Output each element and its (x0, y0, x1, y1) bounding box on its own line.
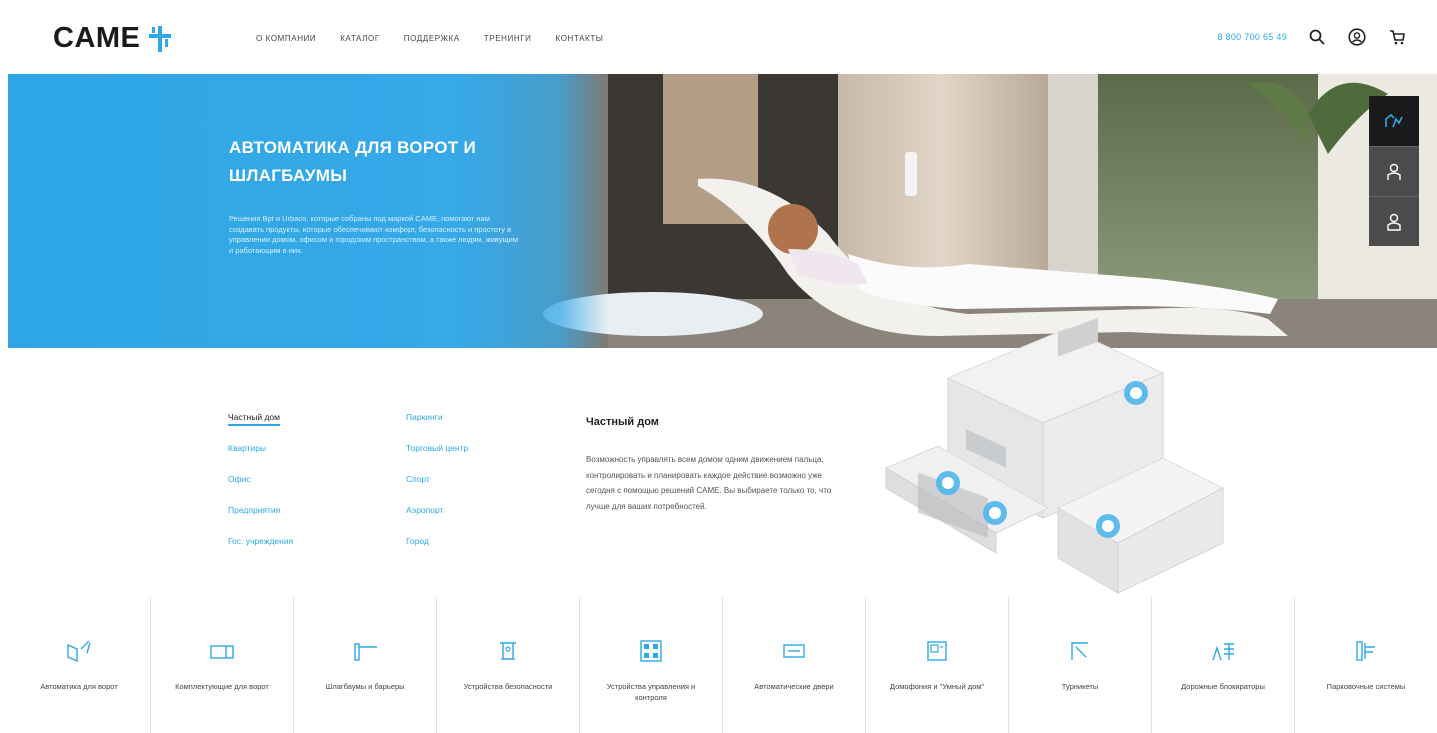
product-label: Устройства безопасности (463, 682, 553, 691)
segment-label: Частный дом (228, 412, 280, 426)
product-categories: Автоматика для ворот Комплектующие для в… (8, 597, 1437, 733)
nav-trainings[interactable]: ТРЕНИНГИ (484, 34, 532, 43)
person-icon (1387, 163, 1401, 180)
side-tab-person-2[interactable] (1369, 196, 1419, 246)
hero-description: Решения Bpt и Urbaco, которые собраны по… (229, 214, 518, 255)
product-parking-systems[interactable]: Парковочные системы (1294, 597, 1437, 733)
product-turnstiles[interactable]: Турникеты (1008, 597, 1151, 733)
gate-parts-icon (206, 635, 238, 667)
product-label: Дорожные блокираторы (1181, 682, 1265, 691)
side-tab-person[interactable] (1369, 146, 1419, 196)
logo-text: CAME (53, 22, 141, 54)
product-intercom-smart-home[interactable]: Домофония и "Умный дом" (865, 597, 1008, 733)
intercom-icon (921, 635, 953, 667)
search-icon[interactable] (1307, 27, 1327, 47)
product-automatic-doors[interactable]: Автоматические двери (722, 597, 865, 733)
segment-private-house[interactable]: Частный дом (228, 412, 293, 443)
product-label: Парковочные системы (1326, 682, 1406, 691)
logo-mark-icon (149, 25, 172, 52)
site-header: CAME О КОМПАНИИ КАТАЛОГ ПОДДЕРЖКА ТРЕНИН… (0, 0, 1437, 74)
product-label: Домофония и "Умный дом" (889, 682, 985, 691)
main-nav: О КОМПАНИИ КАТАЛОГ ПОДДЕРЖКА ТРЕНИНГИ КО… (256, 34, 604, 43)
cart-icon[interactable] (1387, 27, 1407, 47)
side-tab-home-automation[interactable] (1369, 96, 1419, 146)
product-barriers[interactable]: Шлагбаумы и барьеры (293, 597, 436, 733)
segment-detail-title: Частный дом (586, 416, 659, 428)
segment-enterprises[interactable]: Предприятия (228, 505, 293, 536)
segment-office[interactable]: Офис (228, 474, 293, 505)
hero-title: АВТОМАТИКА ДЛЯ ВОРОТ И ШЛАГБАУМЫ (229, 138, 476, 185)
nav-contacts[interactable]: КОНТАКТЫ (556, 34, 604, 43)
road-blocker-icon (1207, 635, 1239, 667)
segment-airport[interactable]: Аэропорт (406, 505, 468, 536)
segment-apartments[interactable]: Квартиры (228, 443, 293, 474)
person-icon (1387, 213, 1401, 231)
automatic-door-icon (778, 635, 810, 667)
product-road-blockers[interactable]: Дорожные блокираторы (1151, 597, 1294, 733)
product-label: Устройства управления и контроля (606, 682, 696, 702)
segment-city[interactable]: Город (406, 536, 468, 567)
segment-list-left: Частный дом Квартиры Офис Предприятия Го… (228, 412, 293, 567)
home-automation-icon (1385, 113, 1403, 128)
product-control-devices[interactable]: Устройства управления и контроля (579, 597, 722, 733)
header-actions: 8 800 700 65 49 (1217, 27, 1407, 47)
segment-detail-text: Возможность управлять всем домом одним д… (586, 455, 832, 511)
parking-system-icon (1350, 635, 1382, 667)
product-label: Автоматика для ворот (40, 682, 118, 691)
nav-support[interactable]: ПОДДЕРЖКА (404, 34, 460, 43)
product-label: Турникеты (1061, 682, 1099, 691)
safety-device-icon (492, 635, 524, 667)
product-label: Комплектующие для ворот (175, 682, 269, 691)
segment-parking[interactable]: Паркинги (406, 412, 468, 443)
product-gate-automation[interactable]: Автоматика для ворот (8, 597, 150, 733)
nav-catalog[interactable]: КАТАЛОГ (340, 34, 380, 43)
product-label: Шлагбаумы и барьеры (325, 682, 405, 691)
product-gate-parts[interactable]: Комплектующие для ворот (150, 597, 293, 733)
hero-banner: АВТОМАТИКА ДЛЯ ВОРОТ И ШЛАГБАУМЫ Решения… (8, 74, 1437, 348)
came-logo[interactable]: CAME (53, 22, 172, 55)
product-label: Автоматические двери (754, 682, 834, 691)
segment-sport[interactable]: Спорт (406, 474, 468, 505)
segment-list-right: Паркинги Торговый центр Спорт Аэропорт Г… (406, 412, 468, 567)
segment-government[interactable]: Гос. учреждения (228, 536, 293, 567)
barrier-icon (349, 635, 381, 667)
product-safety-devices[interactable]: Устройства безопасности (436, 597, 579, 733)
control-panel-icon (635, 635, 667, 667)
nav-about[interactable]: О КОМПАНИИ (256, 34, 316, 43)
turnstile-icon (1064, 635, 1096, 667)
hero-side-tabs (1369, 96, 1419, 246)
hero-overlay (8, 74, 608, 348)
house-isometric-illustration (884, 318, 1225, 594)
user-icon[interactable] (1347, 27, 1367, 47)
segment-shopping-center[interactable]: Торговый центр (406, 443, 468, 474)
gate-automation-icon (63, 635, 95, 667)
phone-link[interactable]: 8 800 700 65 49 (1217, 32, 1287, 42)
